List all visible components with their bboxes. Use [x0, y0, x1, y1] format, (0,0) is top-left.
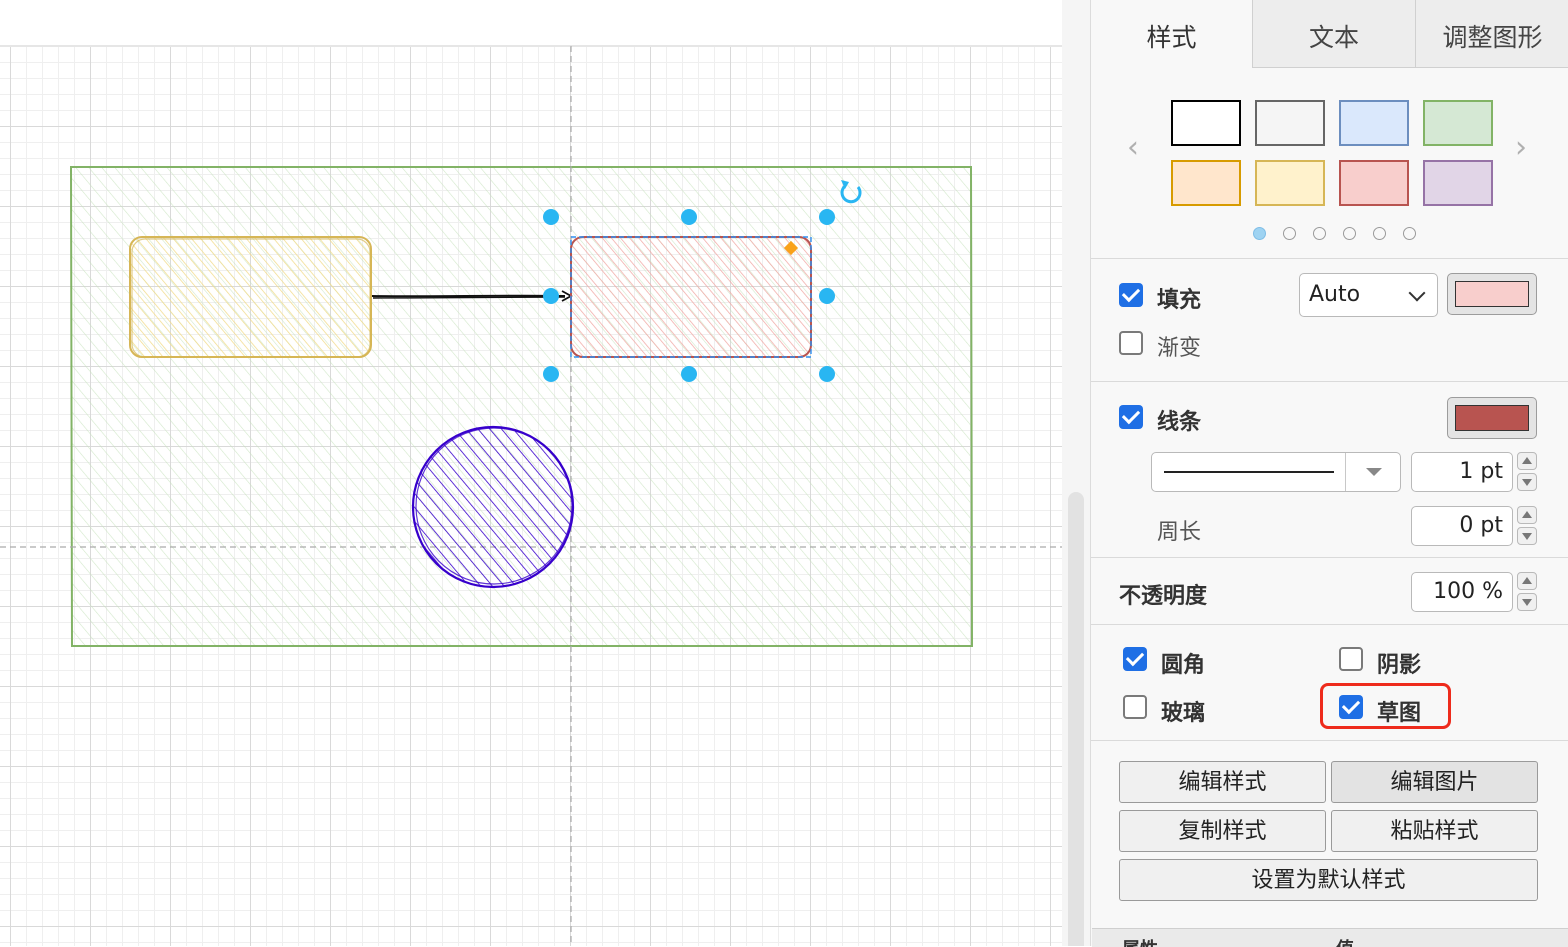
selected-red-box[interactable]: [570, 236, 812, 358]
fill-mode-value: Auto: [1309, 282, 1361, 307]
perimeter-stepper[interactable]: [1517, 506, 1537, 546]
fill-color-preview: [1455, 281, 1529, 307]
resize-handle[interactable]: [543, 366, 559, 382]
style-swatch[interactable]: [1255, 100, 1325, 146]
fill-mode-select[interactable]: Auto: [1299, 273, 1438, 317]
rounded-label: 圆角: [1161, 653, 1206, 678]
style-swatch[interactable]: [1255, 160, 1325, 206]
yellow-rounded-box[interactable]: [129, 236, 372, 358]
purple-circle[interactable]: [411, 425, 575, 589]
property-column-header: 属性: [1122, 935, 1158, 947]
style-swatch[interactable]: [1339, 160, 1409, 206]
opacity-input[interactable]: 100 %: [1411, 572, 1513, 612]
divider: [1091, 258, 1568, 259]
select-divider: [1345, 453, 1346, 491]
resize-handle[interactable]: [543, 209, 559, 225]
line-color-preview: [1455, 405, 1529, 431]
tab-style[interactable]: 样式: [1091, 0, 1252, 68]
value-column-header: 值: [1336, 935, 1354, 947]
gradient-checkbox[interactable]: [1119, 331, 1143, 355]
perimeter-label: 周长: [1157, 520, 1202, 545]
line-color-button[interactable]: [1447, 397, 1537, 439]
resize-handle[interactable]: [819, 366, 835, 382]
solid-line-preview: [1164, 471, 1334, 473]
copy-style-button[interactable]: 复制样式: [1119, 810, 1326, 852]
line-checkbox[interactable]: [1119, 405, 1143, 429]
vertical-scrollbar-thumb[interactable]: [1068, 492, 1084, 946]
resize-handle[interactable]: [819, 288, 835, 304]
rounded-checkbox[interactable]: [1123, 647, 1147, 671]
style-swatch[interactable]: [1423, 160, 1493, 206]
style-swatch[interactable]: [1171, 160, 1241, 206]
chevron-left-icon[interactable]: ‹: [1127, 130, 1139, 165]
palette-page-dot[interactable]: [1283, 227, 1296, 240]
resize-handle[interactable]: [543, 288, 559, 304]
palette-page-dot[interactable]: [1253, 227, 1266, 240]
palette-page-dot[interactable]: [1373, 227, 1386, 240]
chevron-right-icon[interactable]: ›: [1515, 130, 1527, 165]
caret-down-icon: [1366, 468, 1382, 476]
line-pattern-select[interactable]: [1151, 452, 1401, 492]
line-width-input[interactable]: 1 pt: [1411, 452, 1513, 492]
diagram-drawing: [0, 46, 1062, 946]
glass-checkbox[interactable]: [1123, 695, 1147, 719]
divider: [1091, 557, 1568, 558]
shadow-label: 阴影: [1377, 653, 1422, 678]
opacity-label: 不透明度: [1119, 584, 1208, 609]
shadow-checkbox[interactable]: [1339, 647, 1363, 671]
fill-color-button[interactable]: [1447, 273, 1537, 315]
resize-handle[interactable]: [819, 209, 835, 225]
diagram-canvas[interactable]: [0, 0, 1062, 946]
divider: [1091, 624, 1568, 625]
style-swatch[interactable]: [1339, 100, 1409, 146]
tab-arrange[interactable]: 调整图形: [1415, 0, 1568, 68]
chevron-down-icon: [1408, 284, 1426, 302]
resize-handle[interactable]: [681, 366, 697, 382]
palette-page-dot[interactable]: [1343, 227, 1356, 240]
gradient-label: 渐变: [1157, 336, 1202, 361]
glass-label: 玻璃: [1161, 701, 1206, 726]
paste-style-button[interactable]: 粘贴样式: [1331, 810, 1538, 852]
edit-style-button[interactable]: 编辑样式: [1119, 761, 1326, 803]
palette-page-dot[interactable]: [1403, 227, 1416, 240]
fill-label: 填充: [1157, 288, 1202, 313]
divider: [1091, 381, 1568, 382]
set-default-style-button[interactable]: 设置为默认样式: [1119, 859, 1538, 901]
perimeter-input[interactable]: 0 pt: [1411, 506, 1513, 546]
palette-page-dot[interactable]: [1313, 227, 1326, 240]
line-label: 线条: [1157, 410, 1202, 435]
tab-text[interactable]: 文本: [1252, 0, 1415, 68]
divider: [1091, 740, 1568, 741]
annotation-highlight: [1320, 683, 1451, 729]
format-panel: 样式 文本 调整图形 ‹ › 填充 Auto 渐变 线条 1 pt 周长 0 p…: [1090, 0, 1568, 946]
style-swatch[interactable]: [1171, 100, 1241, 146]
line-width-stepper[interactable]: [1517, 452, 1537, 492]
resize-handle[interactable]: [681, 209, 697, 225]
property-table-header: 属性 值: [1092, 928, 1568, 947]
edit-image-button[interactable]: 编辑图片: [1331, 761, 1538, 803]
style-swatch[interactable]: [1423, 100, 1493, 146]
fill-checkbox[interactable]: [1119, 283, 1143, 307]
opacity-stepper[interactable]: [1517, 572, 1537, 612]
